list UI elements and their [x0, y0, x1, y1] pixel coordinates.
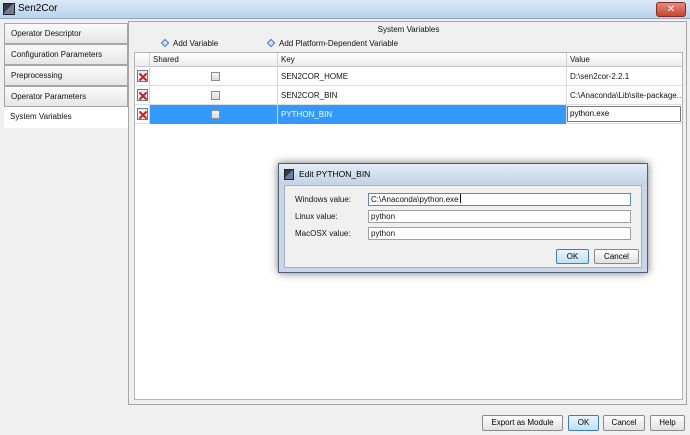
- sidebar-item-operator-parameters[interactable]: Operator Parameters: [4, 86, 128, 107]
- column-header-key[interactable]: Key: [278, 53, 567, 67]
- linux-value-label: Linux value:: [295, 212, 338, 221]
- table-header: Shared Key Value: [135, 53, 682, 67]
- add-variable-label: Add Variable: [173, 39, 219, 48]
- column-header-value[interactable]: Value: [567, 53, 682, 67]
- windows-value-text: C:\Anaconda\python.exe: [371, 195, 459, 204]
- key-cell[interactable]: PYTHON_BIN: [278, 105, 567, 124]
- sidebar-item-operator-descriptor[interactable]: Operator Descriptor: [4, 23, 128, 44]
- text-caret: [459, 194, 461, 203]
- shared-cell: [150, 105, 278, 124]
- macosx-value-label: MacOSX value:: [295, 229, 351, 238]
- app-icon: [3, 3, 15, 15]
- export-as-module-button[interactable]: Export as Module: [482, 415, 563, 431]
- delete-cell: [135, 86, 150, 105]
- add-icon: [160, 38, 170, 48]
- add-platform-variable-button[interactable]: Add Platform-Dependent Variable: [266, 38, 399, 50]
- delete-row-icon[interactable]: [137, 108, 148, 120]
- dialog-cancel-button[interactable]: Cancel: [594, 249, 639, 264]
- table-row[interactable]: SEN2COR_BIN C:\Anaconda\Lib\site-package…: [135, 86, 682, 105]
- panel-title: System Variables: [377, 25, 440, 34]
- windows-value-input[interactable]: C:\Anaconda\python.exe: [368, 193, 631, 206]
- shared-checkbox[interactable]: [211, 91, 220, 100]
- window-titlebar[interactable]: Sen2Cor ✕: [0, 0, 690, 19]
- window-close-button[interactable]: ✕: [656, 2, 686, 17]
- table-row[interactable]: SEN2COR_HOME D:\sen2cor-2.2.1: [135, 67, 682, 86]
- column-header-delete: [135, 53, 150, 67]
- sidebar-item-preprocessing[interactable]: Preprocessing: [4, 65, 128, 86]
- dialog-ok-button[interactable]: OK: [556, 249, 589, 264]
- shared-checkbox[interactable]: [211, 110, 220, 119]
- sidebar-item-configuration-parameters[interactable]: Configuration Parameters: [4, 44, 128, 65]
- dialog-titlebar[interactable]: Edit PYTHON_BIN: [279, 164, 647, 184]
- table-row-selected[interactable]: PYTHON_BIN python.exe: [135, 105, 682, 124]
- delete-row-icon[interactable]: [137, 89, 148, 101]
- cancel-button[interactable]: Cancel: [603, 415, 645, 431]
- add-platform-variable-label: Add Platform-Dependent Variable: [279, 39, 399, 48]
- macosx-value-input[interactable]: python: [368, 227, 631, 240]
- delete-cell: [135, 67, 150, 86]
- linux-value-input[interactable]: python: [368, 210, 631, 223]
- dialog-app-icon: [284, 169, 294, 180]
- shared-cell: [150, 86, 278, 105]
- value-cell[interactable]: C:\Anaconda\Lib\site-package...: [567, 86, 682, 105]
- value-cell: python.exe: [567, 105, 682, 124]
- window-title: Sen2Cor: [18, 3, 58, 14]
- add-platform-icon: [266, 38, 276, 48]
- help-button[interactable]: Help: [650, 415, 685, 431]
- dialog-body: Windows value: C:\Anaconda\python.exe Li…: [284, 185, 642, 268]
- sidebar-item-system-variables[interactable]: System Variables: [4, 107, 128, 128]
- shared-cell: [150, 67, 278, 86]
- shared-checkbox[interactable]: [211, 72, 220, 81]
- delete-cell: [135, 105, 150, 124]
- sidebar: Operator Descriptor Configuration Parame…: [4, 23, 128, 128]
- key-cell[interactable]: SEN2COR_BIN: [278, 86, 567, 105]
- edit-variable-dialog: Edit PYTHON_BIN Windows value: C:\Anacon…: [278, 163, 648, 273]
- add-variable-button[interactable]: Add Variable: [160, 38, 219, 50]
- value-cell[interactable]: D:\sen2cor-2.2.1: [567, 67, 682, 86]
- delete-row-icon[interactable]: [137, 70, 148, 82]
- key-cell[interactable]: SEN2COR_HOME: [278, 67, 567, 86]
- value-edit-field[interactable]: python.exe: [567, 106, 681, 122]
- column-header-shared[interactable]: Shared: [150, 53, 278, 67]
- ok-button[interactable]: OK: [568, 415, 599, 431]
- windows-value-label: Windows value:: [295, 195, 352, 204]
- dialog-title: Edit PYTHON_BIN: [299, 169, 371, 179]
